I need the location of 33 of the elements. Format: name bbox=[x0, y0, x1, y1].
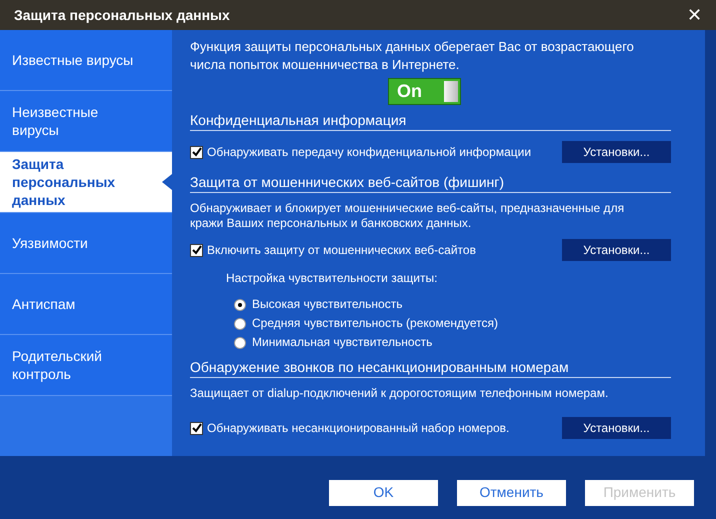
section-heading: Обнаружение звонков по несанкционированным номерам bbox=[190, 358, 671, 378]
sidebar-item[interactable]: Антиспам bbox=[0, 274, 172, 335]
settings-button[interactable]: Установки... bbox=[562, 239, 671, 261]
checkbox-label: Обнаруживать передачу конфиденциальной информации bbox=[207, 144, 532, 161]
checkbox-label: Обнаруживать несанкционированный набор номеров. bbox=[207, 420, 510, 437]
description-text: Защищает от dialup-подключений к дорогостоящим телефонным номерам. bbox=[190, 386, 610, 401]
on-off-toggle[interactable]: On bbox=[388, 78, 461, 105]
sidebar-item[interactable]: Неизвестные вирусы bbox=[0, 91, 172, 152]
radio-label: Минимальная чувствительность bbox=[252, 335, 432, 350]
sidebar-item[interactable]: Защита персональных данных bbox=[0, 152, 172, 213]
checkbox[interactable] bbox=[190, 422, 203, 434]
description-text: Обнаруживает и блокирует мошеннические веб-сайты, предназначенные для кражи Ваших персональных и банковских данных. bbox=[190, 201, 626, 231]
radio-button[interactable] bbox=[234, 318, 246, 330]
radio-label: Высокая чувствительность bbox=[252, 297, 402, 312]
radio-button[interactable] bbox=[234, 298, 246, 310]
radio-label: Средняя чувствительность (рекомендуется) bbox=[252, 316, 498, 331]
dialog-button[interactable]: OK bbox=[329, 480, 438, 506]
dialog-button[interactable]: Отменить bbox=[457, 480, 566, 506]
close-button[interactable]: ✕ bbox=[687, 6, 702, 24]
checkbox[interactable] bbox=[190, 244, 203, 256]
sidebar-item[interactable]: Известные вирусы bbox=[0, 30, 172, 91]
window-title: Защита персональных данных bbox=[14, 6, 230, 25]
settings-button[interactable]: Установки... bbox=[562, 141, 671, 163]
radio-button[interactable] bbox=[234, 336, 246, 348]
checkbox[interactable] bbox=[190, 146, 203, 158]
settings-button[interactable]: Установки... bbox=[562, 417, 671, 439]
sidebar-item[interactable]: Уязвимости bbox=[0, 213, 172, 274]
intro-text: Функция защиты персональных данных оберегает Вас от возрастающего числа попыток мошенничества в Интернете. bbox=[190, 38, 635, 74]
sidebar-item[interactable]: Родительский контроль bbox=[0, 335, 172, 396]
section-heading: Конфиденциальная информация bbox=[190, 111, 671, 131]
checkbox-label: Включить защиту от мошеннических веб-сайтов bbox=[207, 242, 476, 259]
sensitivity-label: Настройка чувствительности защиты: bbox=[226, 270, 438, 287]
section-heading: Защита от мошеннических веб-сайтов (фишинг) bbox=[190, 173, 671, 193]
